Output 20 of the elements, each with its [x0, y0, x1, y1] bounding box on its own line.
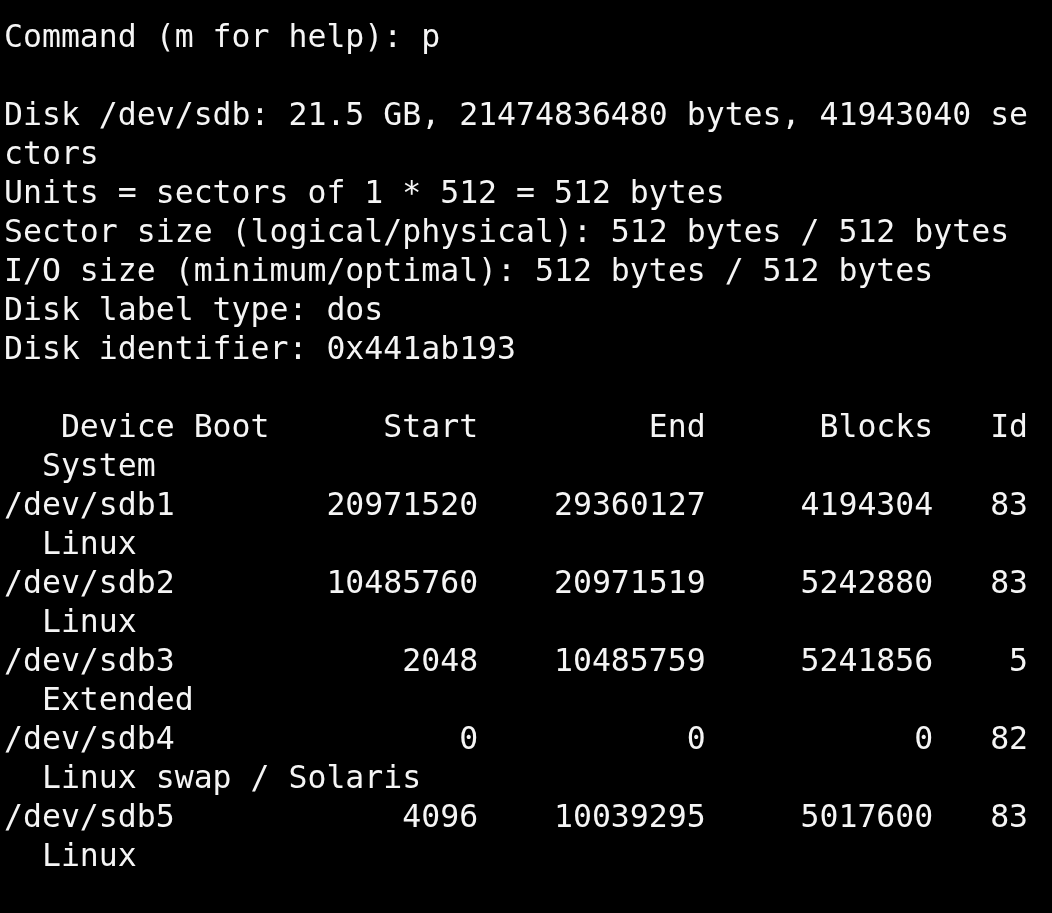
- terminal-line: Linux: [40, 836, 137, 875]
- terminal-line: Linux swap / Solaris: [40, 758, 422, 797]
- terminal-line: Units = sectors of 1 * 512 = 512 bytes: [4, 173, 725, 212]
- terminal-line: /dev/sdb4 0 0 0 82: [4, 719, 1029, 758]
- terminal-line: Command (m for help): p: [4, 17, 441, 56]
- terminal-line: Linux: [40, 524, 137, 563]
- terminal-line: /dev/sdb1 20971520 29360127 4194304 83: [4, 485, 1029, 524]
- terminal-line: /dev/sdb2 10485760 20971519 5242880 83: [4, 563, 1029, 602]
- terminal-line: Disk label type: dos: [4, 290, 384, 329]
- terminal-line: System: [40, 446, 156, 485]
- terminal-line: /dev/sdb3 2048 10485759 5241856 5: [4, 641, 1029, 680]
- terminal-line: ctors: [4, 134, 99, 173]
- terminal-line: Disk /dev/sdb: 21.5 GB, 21474836480 bytes, 41943040 se: [4, 95, 1029, 134]
- terminal-line: Disk identifier: 0x441ab193: [4, 329, 517, 368]
- terminal-line: Extended: [40, 680, 194, 719]
- terminal-line: /dev/sdb5 4096 10039295 5017600 83: [4, 797, 1029, 836]
- terminal-line: Sector size (logical/physical): 512 bytes / 512 bytes: [4, 212, 1010, 251]
- terminal-line: Linux: [40, 602, 137, 641]
- terminal-line: I/O size (minimum/optimal): 512 bytes / 512 bytes: [4, 251, 934, 290]
- terminal-line: Device Boot Start End Blocks Id: [59, 407, 1029, 446]
